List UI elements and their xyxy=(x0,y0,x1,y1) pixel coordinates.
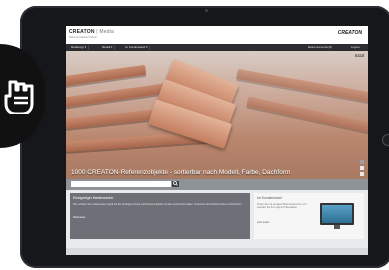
logo-text: CREATON xyxy=(69,29,95,35)
monitor-screen xyxy=(322,205,352,223)
slide-dot[interactable] xyxy=(360,160,364,164)
panel-text: Hier erhalten Sie umfassenden Zugriff au… xyxy=(73,203,243,206)
nav-item-medientyp[interactable]: Medientyp ▾ xyxy=(69,45,90,50)
camera-dot xyxy=(205,9,208,12)
brand-logo-right[interactable]: CREATON xyxy=(338,30,362,36)
roof-row xyxy=(246,96,368,136)
content-area: Einzigartiger Mediencenter Hier erhalten… xyxy=(66,190,368,248)
promo-title: Im Kundenwand xyxy=(257,196,282,200)
search-bar xyxy=(66,179,368,190)
slide-dot[interactable] xyxy=(360,166,364,170)
panel-title: Einzigartiger Mediencenter xyxy=(73,196,114,200)
promo-link[interactable]: Jetzt testen xyxy=(257,221,269,224)
promo-panel: Im Kundenwand Finden Sie mit wenigen Kli… xyxy=(254,193,364,239)
slide-counter: 1 / 4 xyxy=(354,54,364,57)
hero-slideshow[interactable]: 1 / 4 1000 CREATON-Referenzobjekte - sor… xyxy=(66,51,368,179)
monitor-icon xyxy=(320,203,354,225)
slide-dot[interactable] xyxy=(360,172,364,176)
slide-dots xyxy=(360,160,364,178)
footer-bar xyxy=(66,248,368,255)
roof-row xyxy=(66,64,147,88)
search-button[interactable] xyxy=(172,181,179,187)
hand-swipe-icon xyxy=(4,80,34,114)
tablet-screen: CREATON | Media Referenzobjekte Partner … xyxy=(66,26,368,255)
search-input[interactable] xyxy=(71,181,171,187)
nav-item-kundenwand[interactable]: Im Kundenwand ▾ xyxy=(123,45,151,50)
nav-item-modell[interactable]: Modell ▾ xyxy=(100,45,116,50)
home-button-icon[interactable] xyxy=(382,134,389,146)
site-header: CREATON | Media Referenzobjekte Partner … xyxy=(66,26,368,44)
logo-subtext: | Media xyxy=(96,29,114,35)
account-link[interactable]: Meine Accounts (0) xyxy=(308,45,332,50)
main-nav: Medientyp ▾ Modell ▾ Im Kundenwand ▾ Mei… xyxy=(66,44,368,51)
tablet-frame: CREATON | Media Referenzobjekte Partner … xyxy=(20,6,389,268)
logout-link[interactable]: Logout xyxy=(351,45,360,50)
hero-caption: 1000 CREATON-Referenzobjekte - sortierba… xyxy=(71,169,291,176)
site-tagline: Referenzobjekte Partner xyxy=(69,36,98,39)
monitor-stand xyxy=(334,225,340,229)
roof-row xyxy=(66,83,167,109)
site-logo[interactable]: CREATON | Media xyxy=(69,29,114,35)
info-panel: Einzigartiger Mediencenter Hier erhalten… xyxy=(70,193,250,239)
search-icon xyxy=(173,181,178,187)
promo-text: Finden Sie mit wenigen Klicks Referenzen… xyxy=(257,203,307,210)
read-more-link[interactable]: Weiterlesen xyxy=(73,216,86,219)
